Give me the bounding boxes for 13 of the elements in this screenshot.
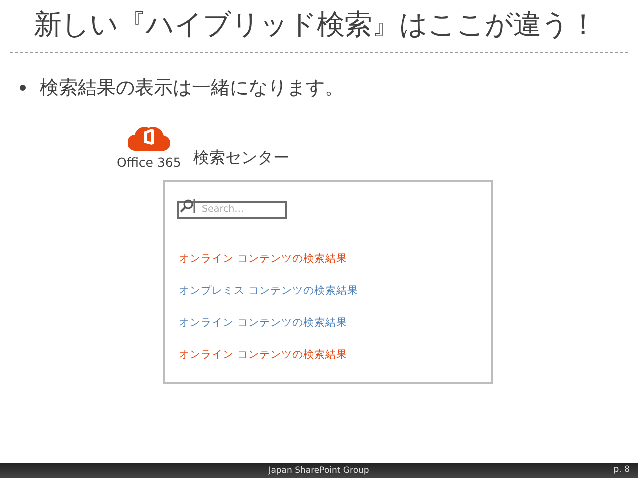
search-result-link[interactable]: オンライン コンテンツの検索結果 [179,252,348,266]
footer-text: Japan SharePoint Group [268,466,370,476]
search-icon [179,199,195,213]
bullet-icon [20,85,26,91]
logo-label: Office 365 [117,155,182,170]
search-result-link[interactable]: オンプレミス コンテンツの検索結果 [179,284,358,298]
search-center-title: 検索センター [193,148,290,169]
search-result-link[interactable]: オンライン コンテンツの検索結果 [179,348,348,362]
search-field[interactable]: Search… [177,200,287,218]
page-number: p. 8 [614,465,630,475]
search-result-link[interactable]: オンライン コンテンツの検索結果 [179,316,348,330]
slide-title: 新しい『ハイブリッド検索』はここが違う！ [34,7,598,43]
bullet-text: 検索結果の表示は一緒になります。 [40,76,344,101]
